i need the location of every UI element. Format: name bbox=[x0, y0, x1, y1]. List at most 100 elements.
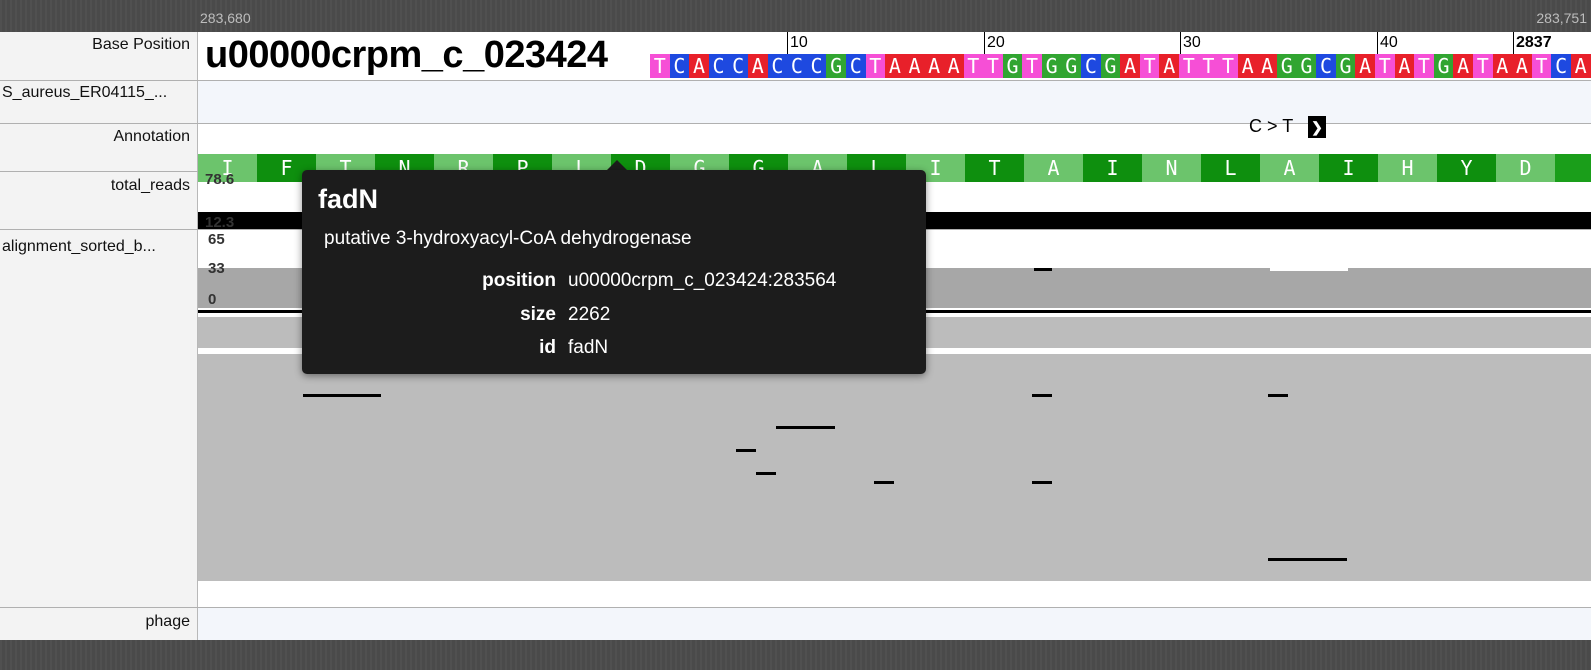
ruler-tick-end: 2837 bbox=[1513, 32, 1552, 54]
nucleotide-T: T bbox=[1198, 54, 1219, 78]
nucleotide-T: T bbox=[650, 54, 670, 78]
nucleotide-G: G bbox=[1277, 54, 1297, 78]
read-mismatch-mark bbox=[1032, 481, 1052, 484]
read-mismatch-mark bbox=[1268, 558, 1347, 561]
nucleotide-T: T bbox=[1179, 54, 1199, 78]
nucleotide-T: T bbox=[1472, 54, 1493, 78]
amino-acid-cell[interactable]: L bbox=[1201, 154, 1260, 182]
amino-acid-cell[interactable]: D bbox=[1496, 154, 1555, 182]
nucleotide-C: C bbox=[767, 54, 788, 78]
nucleotide-A: A bbox=[1257, 54, 1277, 78]
amino-acid-cell[interactable]: I bbox=[1083, 154, 1142, 182]
nucleotide-G: G bbox=[1100, 54, 1121, 78]
nucleotide-A: A bbox=[943, 54, 964, 78]
variant-label[interactable]: C > T bbox=[1249, 116, 1293, 137]
total-reads-scale-min: 12.3 bbox=[205, 214, 235, 231]
variant-track-background bbox=[198, 81, 1591, 123]
track-label-alignment[interactable]: alignment_sorted_b... bbox=[2, 238, 196, 256]
ruler-tick-10: 10 bbox=[787, 32, 808, 54]
nucleotide-A: A bbox=[1237, 54, 1258, 78]
chevron-right-icon[interactable]: ❯ bbox=[1308, 116, 1326, 138]
nucleotide-A: A bbox=[1120, 54, 1140, 78]
nucleotide-G: G bbox=[1296, 54, 1317, 78]
total-reads-scale-max: 78.6 bbox=[205, 171, 235, 188]
nucleotide-A: A bbox=[904, 54, 925, 78]
nucleotide-A: A bbox=[1570, 54, 1591, 78]
amino-acid-cell[interactable]: T bbox=[965, 154, 1024, 182]
nucleotide-G: G bbox=[1335, 54, 1356, 78]
nucleotide-A: A bbox=[1159, 54, 1180, 78]
nucleotide-C: C bbox=[845, 54, 866, 78]
read-mismatch-mark bbox=[1032, 394, 1052, 397]
nucleotide-C: C bbox=[1316, 54, 1336, 78]
amino-acid-cell[interactable]: H bbox=[1378, 154, 1437, 182]
alignment-axis-zero: 0 bbox=[208, 291, 217, 308]
alignment-axis-mid: 33 bbox=[208, 260, 225, 277]
nucleotide-C: C bbox=[728, 54, 748, 78]
track-divider bbox=[0, 123, 1591, 124]
nucleotide-G: G bbox=[1061, 54, 1082, 78]
amino-acid-cell[interactable]: Y bbox=[1437, 154, 1496, 182]
nucleotide-A: A bbox=[689, 54, 709, 78]
amino-acid-cell[interactable]: N bbox=[1142, 154, 1201, 182]
phage-track bbox=[198, 608, 1591, 640]
nucleotide-G: G bbox=[826, 54, 846, 78]
tooltip-id-value: fadN bbox=[568, 337, 609, 358]
tooltip-position-value: u00000crpm_c_023424:283564 bbox=[568, 270, 837, 291]
tooltip-size-value: 2262 bbox=[568, 304, 611, 325]
nucleotide-A: A bbox=[1492, 54, 1513, 78]
nucleotide-T: T bbox=[1139, 54, 1160, 78]
sequence-track: TCACCACCCGCTAAAATTGTGGCGATATTTAAGGCGATAT… bbox=[650, 54, 1591, 78]
nucleotide-T: T bbox=[865, 54, 886, 78]
nucleotide-T: T bbox=[1374, 54, 1395, 78]
nucleotide-T: T bbox=[1531, 54, 1552, 78]
nucleotide-G: G bbox=[1002, 54, 1023, 78]
read-mismatch-mark bbox=[874, 481, 894, 484]
nucleotide-A: A bbox=[885, 54, 905, 78]
read-mismatch-mark bbox=[1034, 268, 1052, 271]
nucleotide-A: A bbox=[1394, 54, 1415, 78]
read-mismatch-mark bbox=[756, 472, 776, 475]
tooltip-id-key: id bbox=[539, 337, 556, 358]
base-ruler: 10 20 30 40 2837 bbox=[0, 32, 1591, 54]
nucleotide-G: G bbox=[1041, 54, 1062, 78]
tooltip-description: putative 3-hydroxyacyl-CoA dehydrogenase bbox=[324, 228, 692, 249]
nucleotide-A: A bbox=[1512, 54, 1532, 78]
ruler-end-coordinate: 283,751 bbox=[1536, 10, 1587, 26]
nucleotide-T: T bbox=[1414, 54, 1434, 78]
ruler-tick-30: 30 bbox=[1180, 32, 1201, 54]
nucleotide-T: T bbox=[963, 54, 984, 78]
nucleotide-T: T bbox=[1218, 54, 1238, 78]
nucleotide-C: C bbox=[1081, 54, 1101, 78]
read-mismatch-mark bbox=[776, 426, 835, 429]
track-label-annotation[interactable]: Annotation bbox=[0, 128, 190, 146]
amino-acid-cell[interactable]: A bbox=[1260, 154, 1319, 182]
alignment-axis-max: 65 bbox=[208, 231, 225, 248]
nucleotide-C: C bbox=[669, 54, 690, 78]
read-mismatch-mark bbox=[303, 394, 381, 397]
feature-tooltip: fadN putative 3-hydroxyacyl-CoA dehydrog… bbox=[302, 170, 926, 374]
nucleotide-A: A bbox=[1453, 54, 1473, 78]
ruler-tick-40: 40 bbox=[1377, 32, 1398, 54]
nucleotide-A: A bbox=[747, 54, 768, 78]
nucleotide-T: T bbox=[1022, 54, 1042, 78]
read-mismatch-mark bbox=[736, 449, 756, 452]
nucleotide-G: G bbox=[1433, 54, 1454, 78]
nucleotide-A: A bbox=[1355, 54, 1375, 78]
nucleotide-T: T bbox=[983, 54, 1003, 78]
track-label-total-reads[interactable]: total_reads bbox=[0, 177, 190, 195]
nucleotide-C: C bbox=[1551, 54, 1571, 78]
track-label-variant[interactable]: S_aureus_ER04115_... bbox=[2, 84, 196, 102]
read-mismatch-mark bbox=[1268, 394, 1288, 397]
amino-acid-cell[interactable]: I bbox=[1319, 154, 1378, 182]
amino-acid-cell[interactable]: A bbox=[1024, 154, 1083, 182]
nucleotide-C: C bbox=[787, 54, 807, 78]
ruler-tick-20: 20 bbox=[984, 32, 1005, 54]
tooltip-position-key: position bbox=[482, 270, 556, 291]
nucleotide-A: A bbox=[924, 54, 944, 78]
track-label-phage[interactable]: phage bbox=[0, 613, 191, 631]
nucleotide-C: C bbox=[806, 54, 827, 78]
tooltip-feature-name: fadN bbox=[318, 184, 378, 214]
tooltip-size-key: size bbox=[520, 304, 556, 325]
read-mismatch-mark bbox=[1270, 268, 1348, 271]
